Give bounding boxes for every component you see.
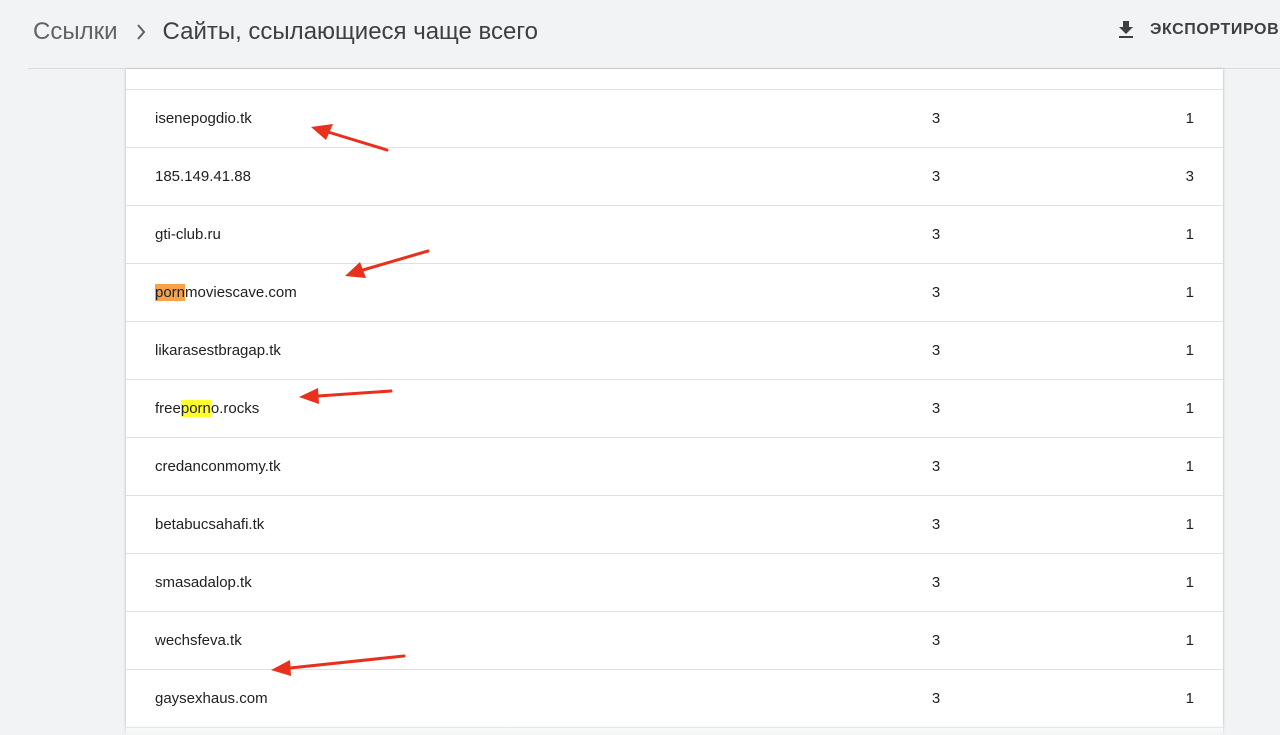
table-row[interactable]: likarasestbragap.tk 3 1	[126, 322, 1223, 380]
table-row[interactable]: credanconmomy.tk 3 1	[126, 438, 1223, 496]
table-row-partial	[126, 69, 1223, 90]
pages-count-cell: 1	[1185, 632, 1194, 649]
domain-cell: isenepogdio.tk	[155, 110, 252, 127]
links-count-cell: 3	[931, 226, 941, 243]
table-row[interactable]: smasadalop.tk 3 1	[126, 554, 1223, 612]
pages-count-cell: 1	[1185, 284, 1194, 301]
search-highlight: porn	[180, 400, 211, 417]
domain-cell: smasadalop.tk	[155, 574, 252, 591]
table-row[interactable]: isenepogdio.tk 3 1	[126, 90, 1223, 148]
chevron-right-icon	[136, 24, 146, 40]
links-count-cell: 3	[931, 632, 941, 649]
scroll-fade	[0, 723, 1280, 735]
domain-cell: gti-club.ru	[155, 226, 221, 243]
links-count-cell: 3	[931, 574, 941, 591]
domain-cell: betabucsahafi.tk	[155, 516, 265, 533]
links-count-cell: 3	[931, 110, 941, 127]
domain-text: o.rocks	[210, 400, 260, 417]
domain-text: moviescave.com	[185, 284, 297, 301]
domain-cell: likarasestbragap.tk	[155, 342, 281, 359]
domain-cell: 185.149.41.88	[155, 168, 251, 185]
table-row[interactable]: betabucsahafi.tk 3 1	[126, 496, 1223, 554]
domain-text: free	[155, 400, 181, 417]
pages-count-cell: 1	[1185, 110, 1194, 127]
export-button[interactable]: ЭКСПОРТИРОВ	[1114, 14, 1279, 46]
pages-count-cell: 1	[1185, 342, 1194, 359]
links-count-cell: 3	[931, 516, 941, 533]
domain-cell: credanconmomy.tk	[155, 458, 281, 475]
domain-cell: wechsfeva.tk	[155, 632, 242, 649]
download-icon	[1114, 18, 1138, 42]
table-row[interactable]: 185.149.41.88 3 3	[126, 148, 1223, 206]
table-row[interactable]: wechsfeva.tk 3 1	[126, 612, 1223, 670]
links-count-cell: 3	[931, 168, 941, 185]
page-header: Ссылки Сайты, ссылающиеся чаще всего ЭКС…	[0, 0, 1280, 68]
domain-cell: freeporno.rocks	[155, 380, 259, 437]
domain-cell: gaysexhaus.com	[155, 690, 268, 707]
pages-count-cell: 3	[1185, 168, 1194, 185]
links-count-cell: 3	[931, 690, 941, 707]
page-title: Сайты, ссылающиеся чаще всего	[162, 18, 538, 45]
pages-count-cell: 1	[1185, 574, 1194, 591]
table-row[interactable]: gaysexhaus.com 3 1	[126, 670, 1223, 728]
search-highlight: porn	[155, 284, 186, 301]
referring-sites-table: isenepogdio.tk 3 1 185.149.41.88 3 3 gti…	[126, 69, 1223, 735]
pages-count-cell: 1	[1185, 458, 1194, 475]
links-count-cell: 3	[931, 284, 941, 301]
pages-count-cell: 1	[1185, 400, 1194, 417]
table-row[interactable]: freeporno.rocks 3 1	[126, 380, 1223, 438]
export-label: ЭКСПОРТИРОВ	[1150, 21, 1280, 38]
pages-count-cell: 1	[1185, 690, 1194, 707]
table-row[interactable]: gti-club.ru 3 1	[126, 206, 1223, 264]
links-count-cell: 3	[931, 458, 941, 475]
breadcrumb-links[interactable]: Ссылки	[33, 18, 118, 46]
links-count-cell: 3	[931, 400, 941, 417]
breadcrumb: Ссылки Сайты, ссылающиеся чаще всего	[33, 16, 538, 48]
domain-cell: pornmoviescave.com	[155, 264, 297, 321]
pages-count-cell: 1	[1185, 226, 1194, 243]
pages-count-cell: 1	[1185, 516, 1194, 533]
table-row[interactable]: pornmoviescave.com 3 1	[126, 264, 1223, 322]
links-count-cell: 3	[931, 342, 941, 359]
